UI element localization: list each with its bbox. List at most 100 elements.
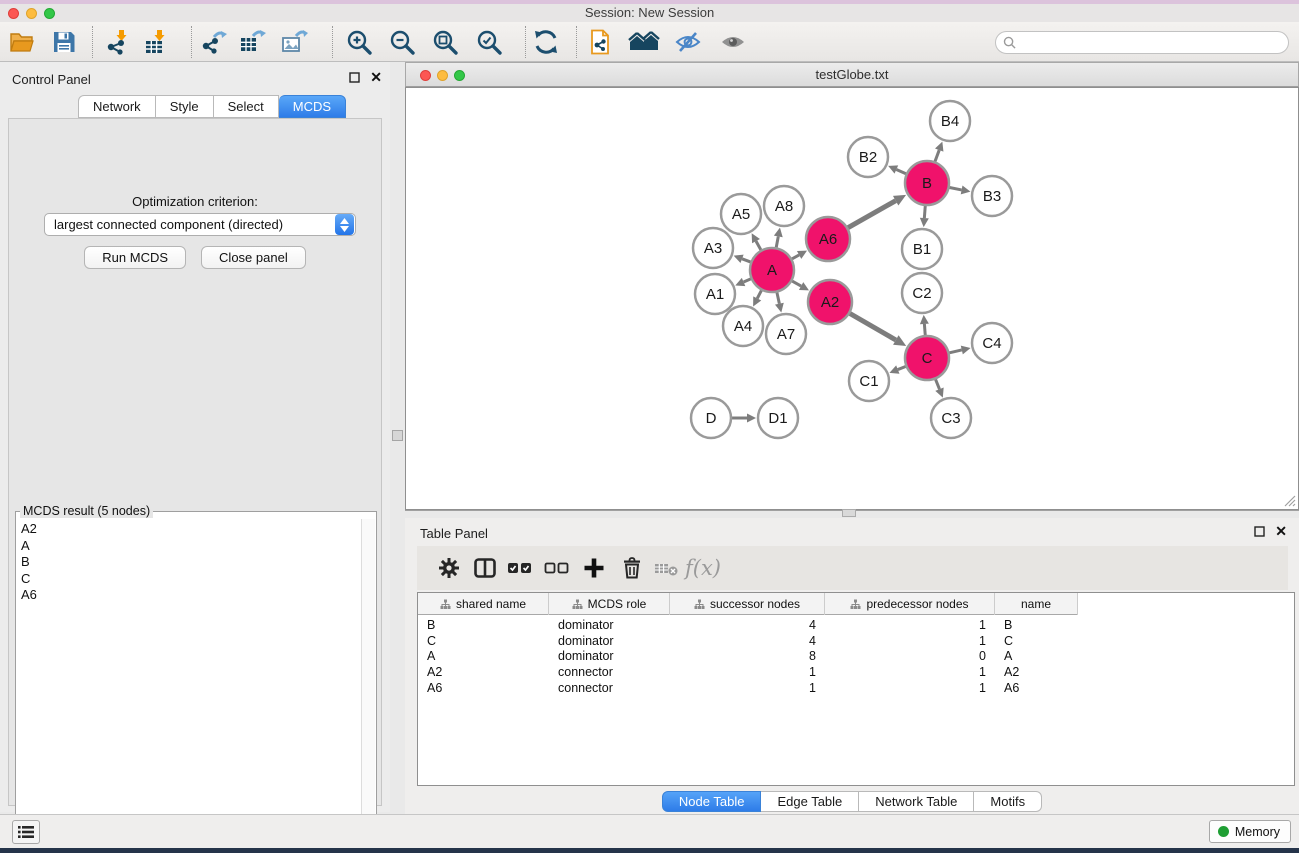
table-row[interactable]: Cdominator41C (418, 633, 1294, 649)
table-cell[interactable]: 1 (670, 681, 825, 695)
graph-node-A8[interactable]: A8 (764, 186, 804, 226)
table-cell[interactable]: 4 (670, 634, 825, 648)
column-header-predecessor-nodes[interactable]: predecessor nodes (825, 593, 995, 615)
function-builder-icon[interactable]: f(x) (689, 554, 717, 582)
float-panel-icon[interactable] (349, 72, 360, 83)
graph-node-C3[interactable]: C3 (931, 398, 971, 438)
edge-B-B1[interactable] (924, 206, 925, 218)
table-cell[interactable]: A (995, 649, 1078, 663)
export-network-icon[interactable] (200, 28, 228, 56)
table-cell[interactable]: A (418, 649, 549, 663)
table-cell[interactable]: 0 (825, 649, 995, 663)
graph-node-C2[interactable]: C2 (902, 273, 942, 313)
graph-node-B1[interactable]: B1 (902, 229, 942, 269)
node-table[interactable]: shared nameMCDS rolesuccessor nodesprede… (417, 592, 1295, 786)
vertical-divider-handle[interactable] (392, 430, 403, 441)
duplicate-network-icon[interactable] (586, 28, 614, 56)
result-item[interactable]: B (21, 554, 357, 571)
export-table-icon[interactable] (238, 28, 266, 56)
table-cell[interactable]: dominator (549, 634, 670, 648)
edge-A2-C[interactable] (850, 313, 896, 340)
tab-motifs[interactable]: Motifs (974, 791, 1042, 812)
close-table-panel-icon[interactable]: ✕ (1275, 525, 1287, 537)
home-networks-icon[interactable] (628, 28, 656, 56)
export-image-icon[interactable] (280, 28, 308, 56)
table-cell[interactable]: connector (549, 665, 670, 679)
toolbar-search[interactable] (995, 31, 1289, 54)
tab-select[interactable]: Select (214, 95, 279, 118)
memory-button[interactable]: Memory (1209, 820, 1291, 843)
table-row[interactable]: A2connector11A2 (418, 664, 1294, 680)
table-cell[interactable]: dominator (549, 649, 670, 663)
table-cell[interactable]: A2 (418, 665, 549, 679)
result-scrollbar[interactable] (361, 519, 375, 853)
graph-node-D1[interactable]: D1 (758, 398, 798, 438)
open-file-icon[interactable] (8, 28, 36, 56)
table-settings-gear-icon[interactable] (435, 554, 463, 582)
edge-B-B3[interactable] (950, 188, 962, 190)
edge-A-A8[interactable] (776, 236, 778, 247)
graph-node-B2[interactable]: B2 (848, 137, 888, 177)
zoom-fit-icon[interactable] (431, 28, 459, 56)
graph-node-A2[interactable]: A2 (808, 280, 852, 324)
tab-node-table[interactable]: Node Table (662, 791, 762, 812)
edge-A-A1[interactable] (744, 279, 751, 282)
graph-node-A1[interactable]: A1 (695, 274, 735, 314)
edge-C-C2[interactable] (924, 324, 925, 335)
hide-detail-eye-icon[interactable] (674, 28, 702, 56)
graph-node-D[interactable]: D (691, 398, 731, 438)
edge-A-A5[interactable] (756, 241, 761, 250)
graph-node-B[interactable]: B (905, 161, 949, 205)
table-cell[interactable]: dominator (549, 618, 670, 632)
table-cell[interactable]: A2 (995, 665, 1078, 679)
table-cell[interactable]: connector (549, 681, 670, 695)
network-window-titlebar[interactable]: testGlobe.txt (405, 62, 1299, 87)
mcds-result-list[interactable]: A2ABCA6 (17, 519, 361, 853)
graph-node-A[interactable]: A (750, 248, 794, 292)
zoom-selected-icon[interactable] (475, 28, 503, 56)
tab-style[interactable]: Style (156, 95, 214, 118)
network-graph[interactable]: B4B2BB3A8A5A6A3B1AA1C2A2A4A7C4CC1C3DD1 (406, 88, 1298, 509)
graph-node-A6[interactable]: A6 (806, 217, 850, 261)
column-header-name[interactable]: name (995, 593, 1078, 615)
table-cell[interactable]: 1 (825, 618, 995, 632)
task-history-button[interactable] (12, 820, 40, 844)
import-network-icon[interactable] (104, 28, 132, 56)
table-cell[interactable]: B (418, 618, 549, 632)
refresh-layout-icon[interactable] (532, 28, 560, 56)
edge-C-C4[interactable] (949, 350, 961, 353)
graph-node-A7[interactable]: A7 (766, 314, 806, 354)
close-panel-button[interactable]: Close panel (201, 246, 306, 269)
column-header-MCDS-role[interactable]: MCDS role (549, 593, 670, 615)
search-input[interactable] (1020, 36, 1288, 50)
network-canvas[interactable]: B4B2BB3A8A5A6A3B1AA1C2A2A4A7C4CC1C3DD1 (405, 87, 1299, 510)
edge-A-A7[interactable] (777, 292, 779, 303)
table-cell[interactable]: C (418, 634, 549, 648)
add-column-icon[interactable] (580, 554, 608, 582)
graph-node-B4[interactable]: B4 (930, 101, 970, 141)
delete-table-icon[interactable] (653, 554, 681, 582)
float-table-panel-icon[interactable] (1254, 526, 1265, 537)
horizontal-divider-handle[interactable] (842, 509, 856, 517)
table-cell[interactable]: 1 (825, 681, 995, 695)
edge-B-B2[interactable] (896, 170, 906, 174)
edge-A-A2[interactable] (792, 281, 801, 286)
edge-A6-B[interactable] (848, 201, 896, 228)
tab-edge-table[interactable]: Edge Table (761, 791, 859, 812)
graph-node-C1[interactable]: C1 (849, 361, 889, 401)
show-detail-eye-icon[interactable] (719, 28, 747, 56)
table-cell[interactable]: 1 (825, 665, 995, 679)
table-cell[interactable]: B (995, 618, 1078, 632)
zoom-out-icon[interactable] (388, 28, 416, 56)
table-cell[interactable]: 1 (670, 665, 825, 679)
resize-grip-icon[interactable] (1284, 495, 1296, 507)
run-mcds-button[interactable]: Run MCDS (84, 246, 186, 269)
column-header-successor-nodes[interactable]: successor nodes (670, 593, 825, 615)
edge-A-A3[interactable] (742, 259, 750, 262)
edge-A-A6[interactable] (792, 255, 799, 259)
zoom-in-icon[interactable] (345, 28, 373, 56)
edge-B-B4[interactable] (935, 150, 939, 161)
table-row[interactable]: Adominator80A (418, 648, 1294, 664)
graph-node-C4[interactable]: C4 (972, 323, 1012, 363)
column-view-icon[interactable] (471, 554, 499, 582)
